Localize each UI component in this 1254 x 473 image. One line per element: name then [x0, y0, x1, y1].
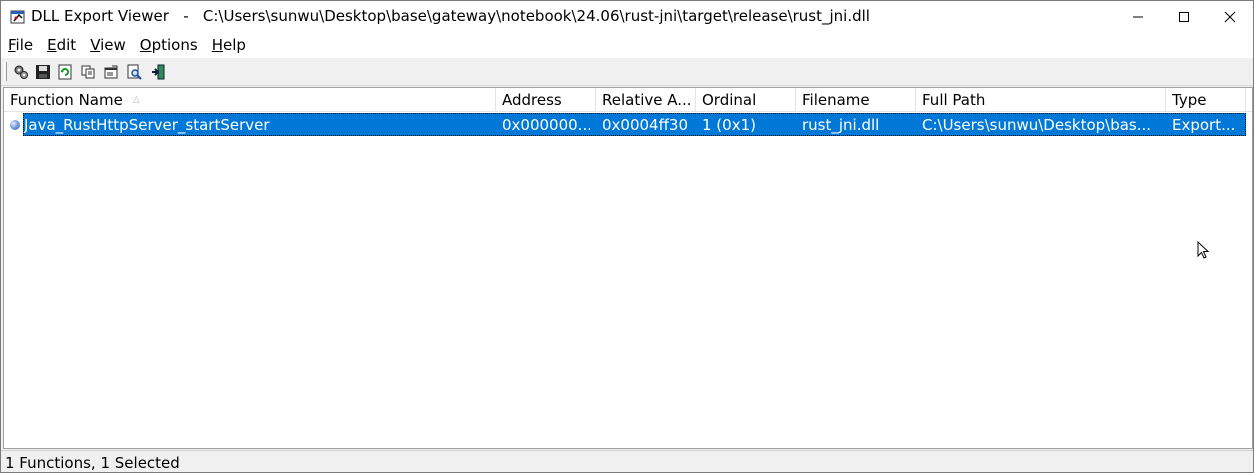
cell-ordinal: 1 (0x1): [702, 116, 756, 134]
column-filename-label: Filename: [802, 91, 870, 109]
toolbar: [1, 57, 1253, 86]
menu-file-accel: F: [8, 36, 16, 54]
menu-file[interactable]: File: [1, 33, 40, 57]
function-icon: [10, 120, 20, 130]
column-type[interactable]: Type: [1166, 88, 1246, 112]
maximize-icon: [1179, 12, 1189, 22]
menu-help-label: elp: [222, 36, 246, 54]
menu-edit-accel: E: [47, 36, 57, 54]
column-function-name-label: Function Name: [10, 91, 123, 109]
status-text: 1 Functions, 1 Selected: [5, 454, 180, 472]
table-row[interactable]: Java_RustHttpServer_startServer 0x000000…: [4, 113, 1246, 137]
title-bar[interactable]: DLL Export Viewer - C:\Users\sunwu\Desktop…: [1, 1, 1253, 33]
minimize-icon: [1133, 16, 1143, 18]
menu-help-accel: H: [211, 36, 223, 54]
app-name: DLL Export Viewer: [31, 7, 169, 25]
close-button[interactable]: [1207, 1, 1253, 33]
list-header: Function Name △ Address Relative A... Ord…: [4, 88, 1252, 112]
menu-file-label: ile: [15, 36, 34, 54]
menu-view[interactable]: View: [83, 33, 133, 57]
column-relative-address-label: Relative A...: [602, 91, 692, 109]
file-path: C:\Users\sunwu\Desktop\base\gateway\note…: [202, 7, 870, 25]
cell-address: 0x000000...: [502, 116, 590, 134]
menu-help[interactable]: Help: [205, 33, 253, 57]
menu-options[interactable]: Options: [133, 33, 205, 57]
status-bar: 1 Functions, 1 Selected: [1, 450, 1253, 472]
column-filename[interactable]: Filename: [796, 88, 916, 112]
title-separator: -: [183, 7, 189, 25]
column-type-label: Type: [1172, 91, 1207, 109]
copy-icon[interactable]: [78, 62, 98, 82]
column-relative-address[interactable]: Relative A...: [596, 88, 696, 112]
menu-view-label: iew: [100, 36, 126, 54]
sort-arrow-icon: △: [132, 95, 140, 105]
menu-options-label: ptions: [151, 36, 198, 54]
app-window: DLL Export Viewer - C:\Users\sunwu\Desktop…: [0, 0, 1254, 473]
refresh-icon[interactable]: [55, 62, 75, 82]
menu-view-accel: V: [90, 36, 101, 54]
toolbar-grip[interactable]: [4, 62, 7, 81]
save-icon[interactable]: [33, 62, 53, 82]
column-address[interactable]: Address: [496, 88, 596, 112]
find-icon[interactable]: [124, 62, 144, 82]
window-title: DLL Export Viewer - C:\Users\sunwu\Desktop…: [31, 7, 870, 25]
column-function-name[interactable]: Function Name △: [4, 88, 496, 112]
app-icon: [10, 9, 26, 25]
mouse-cursor-icon: [1197, 241, 1210, 259]
close-icon: [1224, 11, 1236, 23]
menu-bar: File Edit View Options Help: [1, 33, 1253, 57]
cell-filename: rust_jni.dll: [802, 116, 880, 134]
column-full-path-label: Full Path: [922, 91, 986, 109]
column-address-label: Address: [502, 91, 562, 109]
cell-relative-address: 0x0004ff30: [602, 116, 689, 134]
column-full-path[interactable]: Full Path: [916, 88, 1166, 112]
menu-options-accel: O: [139, 36, 152, 54]
column-ordinal[interactable]: Ordinal: [696, 88, 796, 112]
gears-icon[interactable]: [11, 62, 31, 82]
function-list[interactable]: Function Name △ Address Relative A... Ord…: [3, 87, 1253, 449]
exit-icon[interactable]: [148, 62, 168, 82]
properties-icon[interactable]: [101, 62, 121, 82]
minimize-button[interactable]: [1115, 1, 1161, 33]
maximize-button[interactable]: [1161, 1, 1207, 33]
cell-type: Export...: [1172, 116, 1236, 134]
cell-full-path: C:\Users\sunwu\Desktop\bas...: [922, 116, 1152, 134]
cell-function-name: Java_RustHttpServer_startServer: [24, 116, 270, 134]
menu-edit[interactable]: Edit: [40, 33, 83, 57]
column-ordinal-label: Ordinal: [702, 91, 757, 109]
menu-edit-label: dit: [56, 36, 77, 54]
